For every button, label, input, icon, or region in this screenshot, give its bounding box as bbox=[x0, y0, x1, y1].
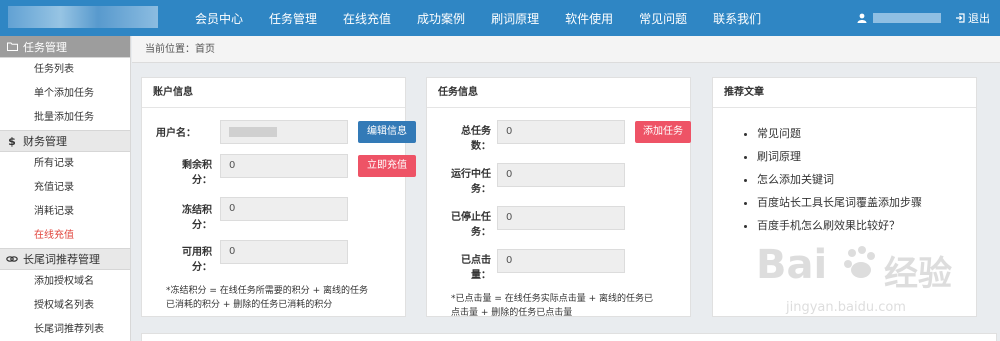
username-redacted bbox=[873, 13, 941, 23]
frozen-label: 冻结积 分： bbox=[168, 203, 212, 233]
note-line2: 已消耗的积分 + 删除的任务已消耗的积分 bbox=[166, 300, 333, 310]
sidebar-group-label: 长尾词推荐管理 bbox=[23, 253, 100, 266]
sidebar-item-recharge-records[interactable]: 充值记录 bbox=[0, 176, 130, 200]
watermark-brand: Bai bbox=[756, 242, 828, 288]
article-link[interactable]: 怎么添加关键词 bbox=[757, 168, 922, 191]
note-line1: *冻结积分 = 在线任务所需要的积分 + 离线的任务 bbox=[166, 286, 369, 296]
nav-contact[interactable]: 联系我们 bbox=[713, 10, 761, 27]
sidebar-item-add-single-task[interactable]: 单个添加任务 bbox=[0, 82, 130, 106]
balance-field: 0 bbox=[220, 154, 348, 178]
total-tasks-field: 0 bbox=[497, 120, 625, 144]
link-icon bbox=[6, 253, 18, 265]
baidu-jingyan-watermark: Bai 经验 jingyan.baidu.com bbox=[756, 234, 986, 329]
sidebar: 任务管理 任务列表 单个添加任务 批量添加任务 $ 财务管理 所有记录 充值记录… bbox=[0, 36, 131, 341]
available-label: 可用积 分： bbox=[168, 245, 212, 275]
username-field bbox=[220, 120, 348, 144]
clicked-label-line1: 已点击 bbox=[461, 255, 491, 266]
sidebar-item-domain-list[interactable]: 授权域名列表 bbox=[0, 294, 130, 318]
frozen-field: 0 bbox=[220, 197, 348, 221]
nav-member-center[interactable]: 会员中心 bbox=[195, 10, 243, 27]
sidebar-group-finance[interactable]: $ 财务管理 bbox=[0, 130, 130, 152]
nav-success-cases[interactable]: 成功案例 bbox=[417, 10, 465, 27]
sidebar-group-label: 任务管理 bbox=[23, 40, 67, 54]
sidebar-item-consumption-records[interactable]: 消耗记录 bbox=[0, 200, 130, 224]
running-tasks-field: 0 bbox=[497, 163, 625, 187]
logout-button[interactable]: 退出 bbox=[955, 10, 990, 26]
clicked-count-note: *已点击量 = 在线任务实际点击量 + 离线的任务已 点击量 + 删除的任务已点… bbox=[451, 292, 687, 320]
note-line2: 点击量 + 删除的任务已点击量 bbox=[451, 308, 573, 318]
total-label-line1: 总任务 bbox=[461, 126, 491, 137]
logout-label: 退出 bbox=[968, 12, 990, 25]
running-label-line2: 务： bbox=[471, 184, 491, 195]
paw-icon bbox=[844, 246, 875, 278]
running-label-line1: 运行中任 bbox=[451, 169, 491, 180]
balance-label-line2: 分： bbox=[192, 175, 212, 186]
panel-title: 账户信息 bbox=[142, 78, 405, 108]
available-label-line2: 分： bbox=[192, 262, 212, 273]
nav-task-management[interactable]: 任务管理 bbox=[269, 10, 317, 27]
clicked-count-field: 0 bbox=[497, 249, 625, 273]
stopped-label-line2: 务： bbox=[471, 227, 491, 238]
nav-online-recharge[interactable]: 在线充值 bbox=[343, 10, 391, 27]
frozen-label-line1: 冻结积 bbox=[182, 205, 212, 216]
clicked-count-label: 已点击 量： bbox=[447, 253, 491, 283]
nav-software-usage[interactable]: 软件使用 bbox=[565, 10, 613, 27]
folder-icon bbox=[6, 41, 18, 53]
top-navbar: 会员中心 任务管理 在线充值 成功案例 刷词原理 软件使用 常见问题 联系我们 … bbox=[0, 0, 1000, 36]
watermark-brand-cn: 经验 bbox=[884, 254, 952, 294]
user-icon bbox=[857, 13, 867, 23]
article-link[interactable]: 常见问题 bbox=[757, 122, 922, 145]
stopped-label-line1: 已停止任 bbox=[451, 212, 491, 223]
edit-info-button[interactable]: 编辑信息 bbox=[358, 121, 416, 143]
watermark-url: jingyan.baidu.com bbox=[786, 300, 906, 315]
panel-title: 推荐文章 bbox=[713, 78, 976, 108]
frozen-points-note: *冻结积分 = 在线任务所需要的积分 + 离线的任务 已消耗的积分 + 删除的任… bbox=[166, 284, 402, 312]
available-label-line1: 可用积 bbox=[182, 247, 212, 258]
article-link[interactable]: 百度站长工具长尾词覆盖添加步骤 bbox=[757, 191, 922, 214]
running-tasks-label: 运行中任 务： bbox=[441, 167, 491, 197]
task-info-panel: 任务信息 总任务 数： 0 添加任务 运行中任 务： 0 已停止任 务： 0 已… bbox=[426, 77, 691, 320]
article-list: 常见问题 刷词原理 怎么添加关键词 百度站长工具长尾词覆盖添加步骤 百度手机怎么… bbox=[757, 122, 922, 237]
logout-icon bbox=[956, 13, 965, 23]
sidebar-item-all-records[interactable]: 所有记录 bbox=[0, 152, 130, 176]
nav-principle[interactable]: 刷词原理 bbox=[491, 10, 539, 27]
stopped-tasks-field: 0 bbox=[497, 206, 625, 230]
sidebar-item-add-batch-task[interactable]: 批量添加任务 bbox=[0, 106, 130, 130]
article-link[interactable]: 刷词原理 bbox=[757, 145, 922, 168]
stopped-tasks-label: 已停止任 务： bbox=[441, 210, 491, 240]
clicked-label-line2: 量： bbox=[471, 270, 491, 281]
username-label: 用户名： bbox=[156, 128, 196, 139]
site-logo[interactable] bbox=[8, 6, 158, 28]
frozen-label-line2: 分： bbox=[192, 220, 212, 231]
add-task-button[interactable]: 添加任务 bbox=[635, 121, 691, 143]
total-tasks-label: 总任务 数： bbox=[447, 124, 491, 154]
user-area: 退出 bbox=[857, 0, 990, 36]
sidebar-item-add-domain[interactable]: 添加授权域名 bbox=[0, 270, 130, 294]
note-line1: *已点击量 = 在线任务实际点击量 + 离线的任务已 bbox=[451, 294, 654, 304]
nav-faq[interactable]: 常见问题 bbox=[639, 10, 687, 27]
recharge-now-button[interactable]: 立即充值 bbox=[358, 155, 416, 177]
balance-label-line1: 剩余积 bbox=[182, 160, 212, 171]
sidebar-item-longtail-list[interactable]: 长尾词推荐列表 bbox=[0, 318, 130, 341]
balance-label: 剩余积 分： bbox=[168, 158, 212, 188]
main-nav: 会员中心 任务管理 在线充值 成功案例 刷词原理 软件使用 常见问题 联系我们 bbox=[195, 0, 787, 36]
available-field: 0 bbox=[220, 240, 348, 264]
sidebar-item-task-list[interactable]: 任务列表 bbox=[0, 58, 130, 82]
sidebar-group-task[interactable]: 任务管理 bbox=[0, 36, 130, 58]
sidebar-group-longtail[interactable]: 长尾词推荐管理 bbox=[0, 248, 130, 270]
panel-title: 任务信息 bbox=[427, 78, 690, 108]
total-label-line2: 数： bbox=[471, 141, 491, 152]
dollar-icon: $ bbox=[8, 134, 16, 148]
sidebar-group-label: 财务管理 bbox=[23, 135, 67, 148]
sidebar-item-online-recharge[interactable]: 在线充值 bbox=[0, 224, 130, 248]
bottom-panel bbox=[141, 333, 997, 341]
breadcrumb: 当前位置：首页 bbox=[132, 36, 1000, 63]
account-info-panel: 账户信息 用户名： 编辑信息 剩余积 分： 0 立即充值 冻结积 分： 0 可用… bbox=[141, 77, 416, 317]
